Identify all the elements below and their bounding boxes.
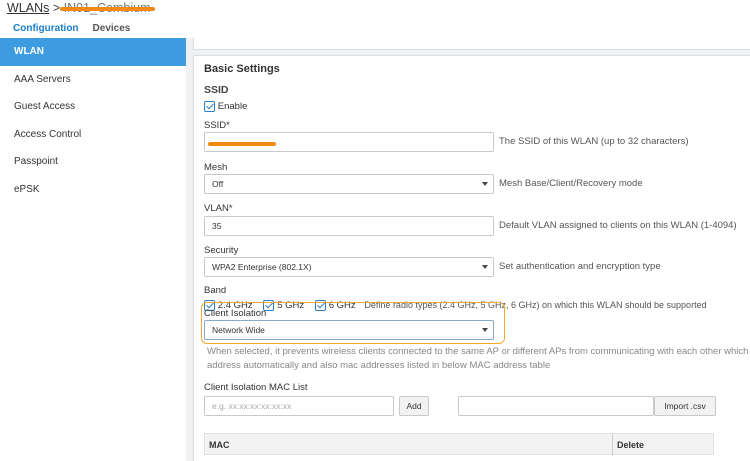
sidebar-item-access-control[interactable]: Access Control <box>0 121 186 149</box>
sidebar-item-guest-access[interactable]: Guest Access <box>0 93 186 121</box>
breadcrumb-wlans-link[interactable]: WLANs <box>7 1 49 15</box>
csv-file-input[interactable] <box>458 396 654 416</box>
enable-row: Enable <box>204 101 247 112</box>
mesh-select[interactable]: Off <box>204 174 494 194</box>
mac-address-input[interactable]: e.g. xx:xx:xx:xx:xx:xx <box>204 396 394 416</box>
sidebar-item-epsk[interactable]: ePSK <box>0 176 186 204</box>
chevron-down-icon <box>482 328 488 332</box>
security-select[interactable]: WPA2 Enterprise (802.1X) <box>204 257 494 277</box>
sidebar: WLAN AAA Servers Guest Access Access Con… <box>0 38 186 461</box>
delete-column-header: Delete <box>617 440 645 450</box>
mesh-label: Mesh <box>204 162 228 173</box>
band-label: Band <box>204 285 227 296</box>
import-csv-button[interactable]: Import .csv <box>654 396 716 416</box>
vlan-help: Default VLAN assigned to clients on this… <box>499 220 737 231</box>
mac-table-header: MAC Delete <box>204 433 714 456</box>
mesh-help: Mesh Base/Client/Recovery mode <box>499 178 643 189</box>
ssid-heading: SSID <box>204 84 229 96</box>
ssid-redaction <box>208 142 276 146</box>
top-bar: WLANs > IN01_Combium Configuration Devic… <box>0 0 750 41</box>
chevron-down-icon <box>482 182 488 186</box>
add-mac-button[interactable]: Add <box>399 396 429 416</box>
ssid-label: SSID* <box>204 120 230 131</box>
client-isolation-label: Client Isolation <box>204 308 267 319</box>
client-isolation-select[interactable]: Network Wide <box>204 320 494 340</box>
breadcrumb-current: IN01_Combium <box>59 1 155 15</box>
sidebar-item-wlan[interactable]: WLAN <box>0 38 186 66</box>
security-select-value: WPA2 Enterprise (802.1X) <box>212 262 312 272</box>
mac-list-label: Client Isolation MAC List <box>204 382 308 393</box>
enable-checkbox[interactable] <box>204 101 215 112</box>
vlan-label: VLAN* <box>204 203 233 214</box>
client-isolation-help-line2: address automatically and also mac addre… <box>207 360 551 371</box>
column-divider <box>612 434 613 456</box>
security-label: Security <box>204 245 239 256</box>
sidebar-item-passpoint[interactable]: Passpoint <box>0 148 186 176</box>
basic-settings-card: Basic Settings SSID Enable SSID* Combium… <box>193 55 750 461</box>
section-title: Basic Settings <box>204 63 280 75</box>
breadcrumb: WLANs > IN01_Combium <box>7 1 155 15</box>
enable-label: Enable <box>217 101 248 113</box>
mesh-select-value: Off <box>212 179 224 189</box>
mac-column-header: MAC <box>209 440 230 450</box>
vlan-input[interactable]: 35 <box>204 216 494 236</box>
main-content: Basic Settings SSID Enable SSID* Combium… <box>186 38 750 461</box>
previous-card <box>193 38 750 50</box>
sidebar-item-aaa-servers[interactable]: AAA Servers <box>0 66 186 94</box>
chevron-down-icon <box>482 265 488 269</box>
security-help: Set authentication and encryption type <box>499 261 661 272</box>
client-isolation-help-line1: When selected, it prevents wireless clie… <box>207 346 749 357</box>
ssid-help: The SSID of this WLAN (up to 32 characte… <box>499 136 689 147</box>
client-isolation-select-value: Network Wide <box>212 325 265 335</box>
